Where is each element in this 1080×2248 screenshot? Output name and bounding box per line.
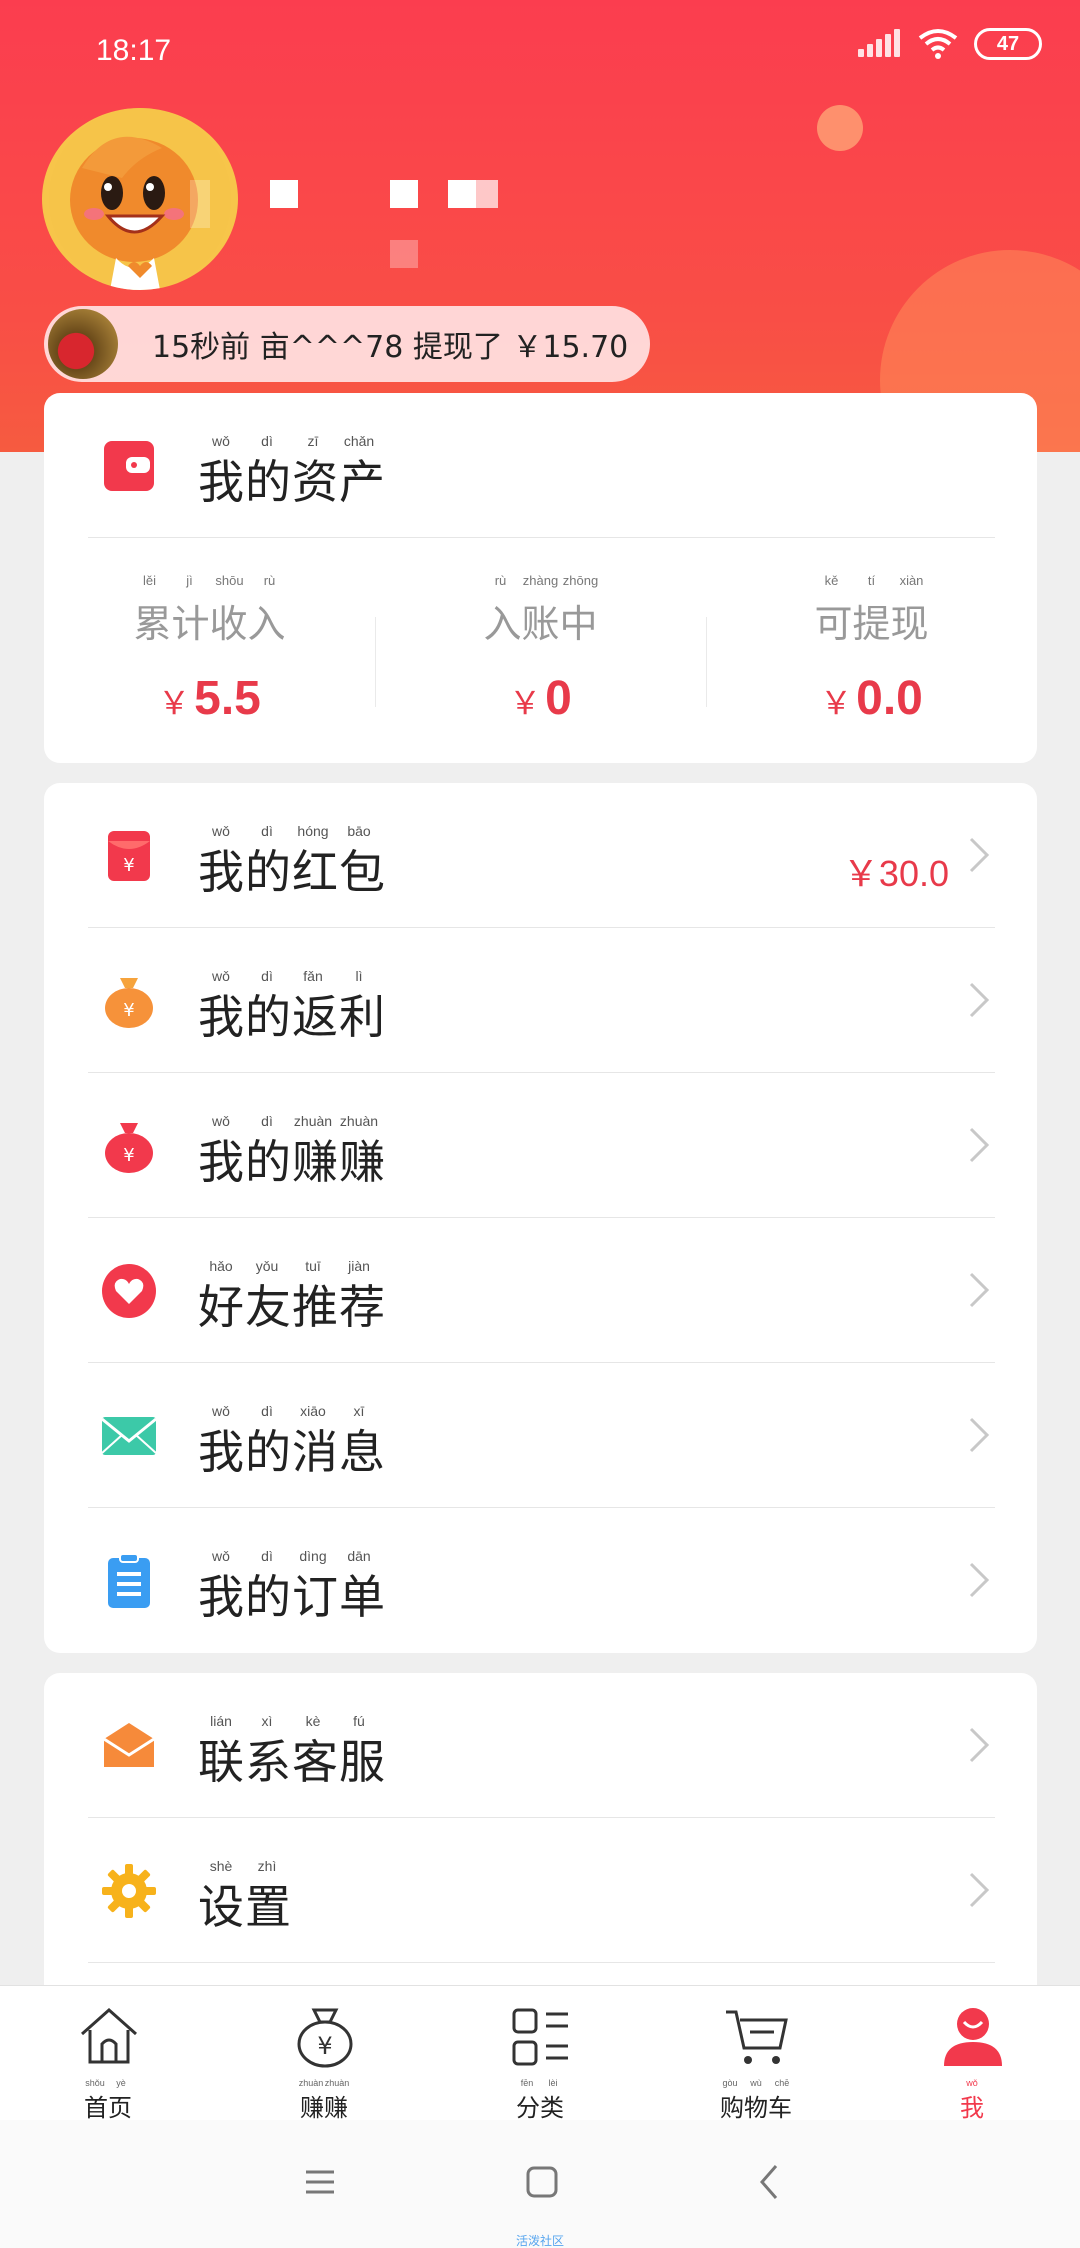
menu-item-label: 联系客服 [198, 1735, 386, 1789]
signal-icon [858, 29, 902, 59]
clipboard-icon [108, 1553, 150, 1608]
chevron-right-icon [969, 1562, 990, 1598]
menu-item-rebate[interactable]: ¥ wǒ dì fǎn lì 我的返利 [44, 928, 1037, 1073]
stat-pending[interactable]: rù zhàng zhōng 入账中 ￥0 [375, 553, 706, 753]
nav-category[interactable]: fēn lèi 分类 [432, 1986, 648, 2122]
svg-text:¥: ¥ [123, 1145, 134, 1166]
chevron-right-icon [969, 837, 990, 873]
ticker-avatar [48, 309, 118, 379]
open-envelope-icon [103, 1723, 155, 1767]
chevron-right-icon [969, 1872, 990, 1908]
chevron-right-icon [969, 1417, 990, 1453]
chevron-right-icon [969, 1127, 990, 1163]
status-time: 18:17 [96, 34, 172, 67]
nav-home[interactable]: shǒu yè 首页 [0, 1986, 216, 2122]
category-icon [512, 2008, 568, 2066]
stat-total-income[interactable]: lěi jì shōu rù 累计收入 ￥5.5 [44, 553, 375, 753]
menu-item-red-envelope[interactable]: ¥ wǒ dì hóng bāo 我的红包 ￥30.0 [44, 783, 1037, 928]
cart-icon [726, 2010, 788, 2064]
menu-item-label: 好友推荐 [198, 1280, 386, 1334]
bottom-nav: shǒu yè 首页 ¥ zhuàn zhuàn 赚赚 fēn lèi 分类 gòu w… [0, 1985, 1080, 2122]
wallet-icon [104, 441, 154, 491]
stat-value: ￥0.0 [820, 672, 923, 725]
chevron-right-icon [969, 982, 990, 1018]
nav-label: 购物车 [720, 2094, 792, 2122]
menu-item-label: 我的赚赚 [198, 1135, 386, 1189]
red-envelope-icon: ¥ [108, 831, 150, 881]
menu-item-settings[interactable]: shè zhì 设置 [44, 1818, 1037, 1963]
nav-label: 分类 [516, 2094, 564, 2122]
menu-item-friend-recommend[interactable]: hǎo yǒu tuī jiàn 好友推荐 [44, 1218, 1037, 1363]
nav-cart[interactable]: gòu wù chē 购物车 [648, 1986, 864, 2122]
nav-label: 首页 [84, 2094, 132, 2122]
ticker-text: 15秒前 亩^^^78 提现了 ￥15.70 [152, 330, 629, 365]
menu-item-label: 我的消息 [198, 1425, 386, 1479]
assets-card: wǒ dì zī chǎn 我的资产 lěi jì shōu rù 累计收入 ￥5.5 rù… [44, 393, 1037, 763]
chevron-right-icon [969, 1272, 990, 1308]
status-bar: 18:17 47 [0, 0, 1080, 100]
home-icon [81, 2007, 137, 2064]
stat-value: ￥0 [509, 672, 572, 725]
gear-icon [102, 1864, 156, 1918]
svg-text:¥: ¥ [123, 855, 134, 876]
menu-card-main: ¥ wǒ dì hóng bāo 我的红包 ￥30.0 ¥ wǒ dì fǎn lì 我的返… [44, 783, 1037, 1653]
stat-value: ￥5.5 [158, 672, 261, 725]
user-icon [944, 2008, 1002, 2066]
menu-item-label: 设置 [198, 1880, 292, 1934]
nav-label: 我 [960, 2094, 984, 2122]
money-bag-icon: ¥ [105, 978, 153, 1028]
menu-item-earnings[interactable]: ¥ wǒ dì zhuàn zhuàn 我的赚赚 [44, 1073, 1037, 1218]
stat-label: 入账中 [483, 602, 598, 646]
menu-item-messages[interactable]: wǒ dì xiāo xī 我的消息 [44, 1363, 1037, 1508]
menu-item-label: 我的返利 [198, 990, 386, 1044]
nav-earn[interactable]: ¥ zhuàn zhuàn 赚赚 [216, 1986, 432, 2122]
battery-indicator: 47 [974, 28, 1042, 60]
money-bag-outline-icon: ¥ [297, 2008, 353, 2068]
back-icon[interactable] [750, 2162, 790, 2202]
assets-title: 我的资产 [198, 455, 386, 509]
assets-header: wǒ dì zī chǎn 我的资产 [44, 393, 1037, 538]
stat-label: 累计收入 [133, 602, 286, 646]
home-square-icon[interactable] [522, 2162, 562, 2202]
nav-label: 赚赚 [300, 2094, 348, 2122]
red-money-bag-icon: ¥ [105, 1123, 153, 1173]
svg-text:¥: ¥ [123, 1000, 134, 1021]
menu-icon[interactable] [300, 2162, 340, 2202]
menu-item-label: 我的订单 [198, 1570, 386, 1624]
watermark: 活泼社区 [515, 2234, 564, 2248]
menu-item-customer-service[interactable]: lián xì kè fú 联系客服 [44, 1673, 1037, 1818]
chevron-right-icon [969, 1727, 990, 1763]
assets-stats: lěi jì shōu rù 累计收入 ￥5.5 rù zhàng zhōng 入账中 ￥… [44, 553, 1037, 753]
menu-card-settings: lián xì kè fú 联系客服 shè zhì 设置 [44, 1673, 1037, 2013]
assets-title-pinyin: wǒ dì zī chǎn [212, 433, 375, 449]
menu-item-label: 我的红包 [198, 845, 386, 899]
stat-label: 可提现 [814, 602, 929, 646]
withdraw-ticker: 15秒前 亩^^^78 提现了 ￥15.70 [44, 306, 650, 382]
menu-item-orders[interactable]: wǒ dì dìng dān 我的订单 [44, 1508, 1037, 1653]
red-envelope-amount: ￥30.0 [842, 853, 949, 894]
svg-text:¥: ¥ [317, 2032, 332, 2060]
status-icons: 47 [858, 28, 1042, 60]
heart-icon [102, 1264, 156, 1318]
nav-me[interactable]: wǒ 我 [864, 1986, 1080, 2122]
stat-withdrawable[interactable]: kě tí xiàn 可提现 ￥0.0 [706, 553, 1037, 753]
system-nav-bar [0, 2120, 1080, 2248]
wifi-icon [918, 29, 958, 59]
envelope-icon [101, 1417, 157, 1455]
decorative-circle [817, 105, 863, 151]
